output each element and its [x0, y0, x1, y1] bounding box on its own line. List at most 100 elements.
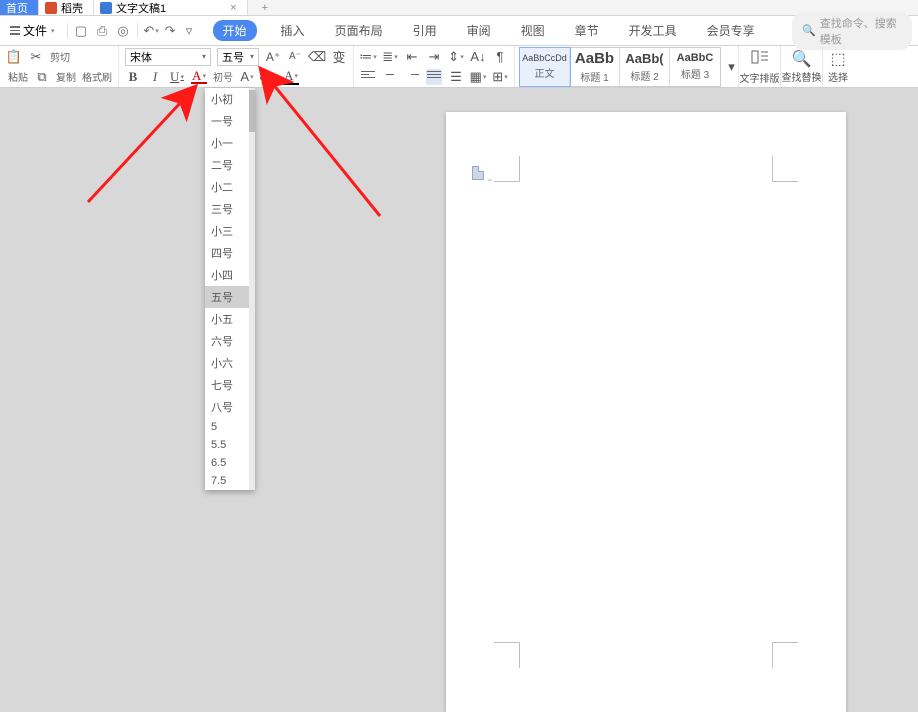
chevron-down-icon: ▾	[51, 27, 55, 35]
style-heading3[interactable]: AaBbC 标题 3	[670, 48, 720, 86]
copy-button[interactable]: ⧉	[34, 69, 50, 85]
font-size-dropdown: 小初 一号 小一 二号 小二 三号 小三 四号 小四 五号 小五 六号 小六 七…	[205, 88, 255, 490]
shrink-font-button[interactable]: A⁻	[287, 49, 303, 65]
show-marks-button[interactable]: ¶	[492, 49, 508, 65]
file-menu-label: 文件	[23, 22, 47, 39]
ribbon-tab-insert[interactable]: 插入	[275, 20, 311, 41]
file-menu[interactable]: 文件 ▾	[6, 20, 59, 41]
text-layout-button[interactable]: 文字排版	[739, 46, 781, 87]
bullets-button[interactable]: ≔▾	[360, 49, 376, 65]
undo-redo-group: ↶▾ ↷ ▿	[140, 23, 201, 38]
text-effect-button[interactable]: A▾	[239, 69, 255, 85]
find-replace-button[interactable]: 🔍 查找替换	[781, 46, 823, 87]
font-color2-button[interactable]: A▾	[283, 69, 299, 85]
tab-close-button[interactable]: ×	[230, 2, 236, 14]
dropdown-scroll-thumb[interactable]	[249, 90, 255, 132]
text-layout-icon	[751, 49, 769, 70]
tab-home[interactable]: 首页	[0, 0, 39, 15]
grow-font-button[interactable]: A⁺	[265, 49, 281, 65]
distributed-button[interactable]: ☰	[448, 69, 464, 85]
find-replace-label: 查找替换	[782, 69, 822, 84]
align-left-button[interactable]	[360, 69, 376, 85]
sort-button[interactable]: A↓	[470, 49, 486, 65]
size-option[interactable]: 小一	[205, 132, 255, 154]
size-option[interactable]: 七号	[205, 374, 255, 396]
tab-daoqiao[interactable]: 稻壳	[39, 0, 94, 15]
style-heading1[interactable]: AaBb 标题 1	[570, 48, 620, 86]
page-icon	[472, 166, 484, 180]
search-box[interactable]: 🔍 查找命令、搜索模板	[792, 12, 912, 50]
size-option[interactable]: 四号	[205, 242, 255, 264]
ribbon-tab-review[interactable]: 审阅	[461, 20, 497, 41]
line-spacing-button[interactable]: ⇕▾	[448, 49, 464, 65]
style-heading2[interactable]: AaBb( 标题 2	[620, 48, 670, 86]
ribbon-tabs: 开始 插入 页面布局 引用 审阅 视图 章节 开发工具 会员专享	[213, 20, 761, 41]
dropdown-icon[interactable]: ▿	[182, 23, 197, 38]
size-option-selected[interactable]: 五号	[205, 286, 255, 308]
size-option[interactable]: 六号	[205, 330, 255, 352]
size-option[interactable]: 一号	[205, 110, 255, 132]
size-option[interactable]: 小初	[205, 88, 255, 110]
size-option[interactable]: 5.5	[205, 436, 255, 454]
save-icon[interactable]: ▢	[74, 23, 89, 38]
bold-button[interactable]: B	[125, 69, 141, 85]
size-option[interactable]: 小六	[205, 352, 255, 374]
cut-label: 剪切	[50, 49, 70, 64]
print-preview-icon[interactable]: ◎	[116, 23, 131, 38]
style-label: 正文	[535, 65, 555, 80]
font-name-combo[interactable]: 宋体 ▾	[125, 48, 211, 66]
size-option[interactable]: 小五	[205, 308, 255, 330]
paste-button[interactable]: 📋	[6, 49, 22, 65]
ribbon-tab-member[interactable]: 会员专享	[701, 20, 761, 41]
size-option[interactable]: 5	[205, 418, 255, 436]
tab-document[interactable]: 文字文稿1 ×	[94, 0, 248, 15]
dropdown-scrollbar[interactable]	[249, 88, 255, 490]
style-gallery: AaBbCcDd 正文 AaBb 标题 1 AaBb( 标题 2 AaBbC 标…	[519, 47, 721, 87]
align-center-button[interactable]	[382, 69, 398, 85]
select-button[interactable]: ⬚ 选择	[823, 46, 853, 87]
tab-home-label: 首页	[6, 0, 28, 16]
ribbon-tab-reference[interactable]: 引用	[407, 20, 443, 41]
ribbon-tab-start[interactable]: 开始	[213, 20, 257, 41]
ribbon-tab-chapter[interactable]: 章节	[569, 20, 605, 41]
underline-button[interactable]: U▾	[169, 69, 185, 85]
style-normal[interactable]: AaBbCcDd 正文	[520, 48, 570, 86]
clipboard-group: 📋 ✂ 剪切 粘贴 ⧉ 复制 格式刷	[0, 46, 119, 87]
ribbon-tab-view[interactable]: 视图	[515, 20, 551, 41]
size-option[interactable]: 八号	[205, 396, 255, 418]
paragraph-group: ≔▾ ≣▾ ⇤ ⇥ ⇕▾ A↓ ¶ ☰ ▦▾ ⊞▾	[354, 46, 515, 87]
cut-button[interactable]: ✂	[28, 49, 44, 65]
numbering-button[interactable]: ≣▾	[382, 49, 398, 65]
style-gallery-more[interactable]: ▾	[725, 46, 739, 87]
size-option[interactable]: 7.5	[205, 472, 255, 490]
ribbon-tab-devtools[interactable]: 开发工具	[623, 20, 683, 41]
size-option[interactable]: 三号	[205, 198, 255, 220]
size-option[interactable]: 小三	[205, 220, 255, 242]
redo-icon[interactable]: ↷	[163, 23, 178, 38]
ribbon-tab-layout[interactable]: 页面布局	[329, 20, 389, 41]
tab-new[interactable]: +	[248, 0, 286, 15]
undo-icon[interactable]: ↶▾	[144, 23, 159, 38]
increase-indent-button[interactable]: ⇥	[426, 49, 442, 65]
font-size-dropdown-first: 初号	[213, 69, 233, 84]
font-size-combo[interactable]: 五号 ▾	[217, 48, 259, 66]
size-option[interactable]: 小二	[205, 176, 255, 198]
size-option[interactable]: 6.5	[205, 454, 255, 472]
align-justify-button[interactable]	[426, 69, 442, 85]
paste-label: 粘贴	[8, 69, 28, 84]
document-page[interactable]: -	[446, 112, 846, 712]
highlight-button[interactable]: ab▾	[261, 69, 277, 85]
print-icon[interactable]: ⎙	[95, 23, 110, 38]
size-option[interactable]: 小四	[205, 264, 255, 286]
size-option[interactable]: 二号	[205, 154, 255, 176]
shading-button[interactable]: ▦▾	[470, 69, 486, 85]
italic-button[interactable]: I	[147, 69, 163, 85]
phonetic-guide-button[interactable]: 变	[331, 49, 347, 65]
document-area: -	[0, 88, 918, 684]
align-right-button[interactable]	[404, 69, 420, 85]
borders-button[interactable]: ⊞▾	[492, 69, 508, 85]
font-color-button[interactable]: A▾	[191, 70, 207, 84]
page-dash: -	[488, 172, 492, 186]
clear-format-button[interactable]: ⌫	[309, 49, 325, 65]
decrease-indent-button[interactable]: ⇤	[404, 49, 420, 65]
